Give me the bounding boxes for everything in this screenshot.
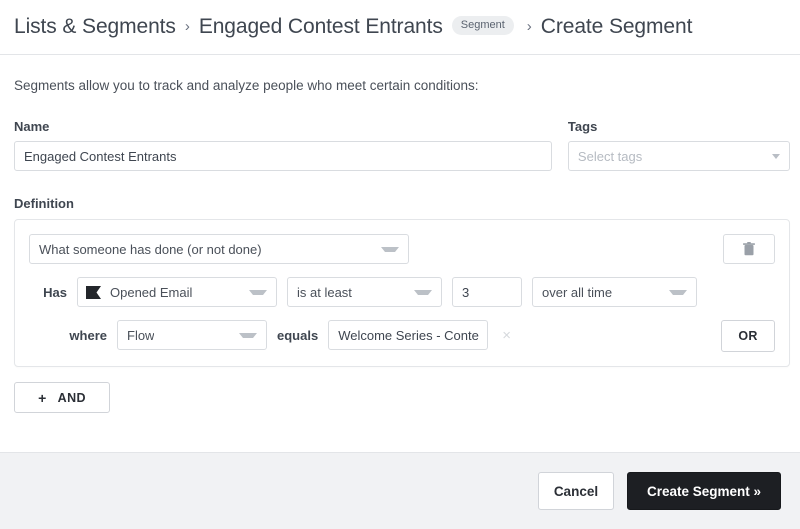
chevron-down-icon — [239, 333, 257, 338]
definition-card: What someone has done (or not done) Has — [14, 219, 790, 367]
opened-email-icon — [86, 286, 101, 299]
tags-select[interactable]: Select tags — [568, 141, 790, 171]
condition-type-row: What someone has done (or not done) — [29, 234, 775, 264]
where-condition-row: where Flow equals Welcome Series - Conte… — [29, 320, 775, 350]
has-label: Has — [29, 285, 67, 300]
dimension-value: Flow — [127, 328, 154, 343]
where-label: where — [29, 328, 107, 343]
trash-icon — [743, 242, 755, 256]
main-content: Segments allow you to track and analyze … — [0, 55, 800, 452]
add-and-button[interactable]: + AND — [14, 382, 110, 413]
delete-condition-button[interactable] — [723, 234, 775, 264]
breadcrumb-separator-icon: › — [185, 18, 190, 35]
condition-type-value: What someone has done (or not done) — [39, 242, 262, 257]
chevron-down-icon — [669, 290, 687, 295]
chevron-down-icon — [772, 154, 780, 159]
count-input[interactable]: 3 — [452, 277, 522, 307]
has-condition-row: Has Opened Email is at least 3 over all … — [29, 277, 775, 307]
tags-field-group: Tags Select tags — [568, 119, 790, 171]
tags-label: Tags — [568, 119, 790, 134]
cancel-button[interactable]: Cancel — [538, 472, 614, 510]
chevron-down-icon — [249, 290, 267, 295]
metric-value: Opened Email — [110, 285, 192, 300]
create-segment-page: Lists & Segments › Engaged Contest Entra… — [0, 0, 800, 529]
operator-value: is at least — [297, 285, 352, 300]
dimension-value-input[interactable]: Welcome Series - Conte — [328, 320, 488, 350]
timeframe-select[interactable]: over all time — [532, 277, 697, 307]
operator-select[interactable]: is at least — [287, 277, 442, 307]
name-and-tags-row: Name Engaged Contest Entrants Tags Selec… — [14, 119, 790, 171]
timeframe-value: over all time — [542, 285, 612, 300]
dimension-select[interactable]: Flow — [117, 320, 267, 350]
breadcrumb-item-engaged-contest-entrants[interactable]: Engaged Contest Entrants — [199, 15, 443, 39]
footer-actions: Cancel Create Segment » — [0, 452, 800, 529]
plus-icon: + — [38, 391, 47, 405]
breadcrumb-separator-icon-2: › — [527, 18, 532, 35]
breadcrumb-item-lists-segments[interactable]: Lists & Segments — [14, 15, 176, 39]
name-field-group: Name Engaged Contest Entrants — [14, 119, 552, 171]
and-label: AND — [58, 391, 86, 405]
chevron-down-icon — [414, 290, 432, 295]
intro-text: Segments allow you to track and analyze … — [14, 78, 790, 93]
equals-label: equals — [277, 328, 318, 343]
name-label: Name — [14, 119, 552, 134]
definition-label: Definition — [14, 196, 790, 211]
name-input[interactable]: Engaged Contest Entrants — [14, 141, 552, 171]
breadcrumb-item-create-segment: Create Segment — [541, 15, 693, 39]
metric-select[interactable]: Opened Email — [77, 277, 277, 307]
create-segment-button[interactable]: Create Segment » — [627, 472, 781, 510]
close-icon[interactable]: × — [498, 326, 515, 345]
chevron-down-icon — [381, 247, 399, 252]
tags-placeholder: Select tags — [578, 149, 642, 164]
status-badge-segment: Segment — [452, 16, 514, 35]
or-button[interactable]: OR — [721, 320, 775, 352]
condition-type-select[interactable]: What someone has done (or not done) — [29, 234, 409, 264]
breadcrumb: Lists & Segments › Engaged Contest Entra… — [0, 0, 800, 55]
